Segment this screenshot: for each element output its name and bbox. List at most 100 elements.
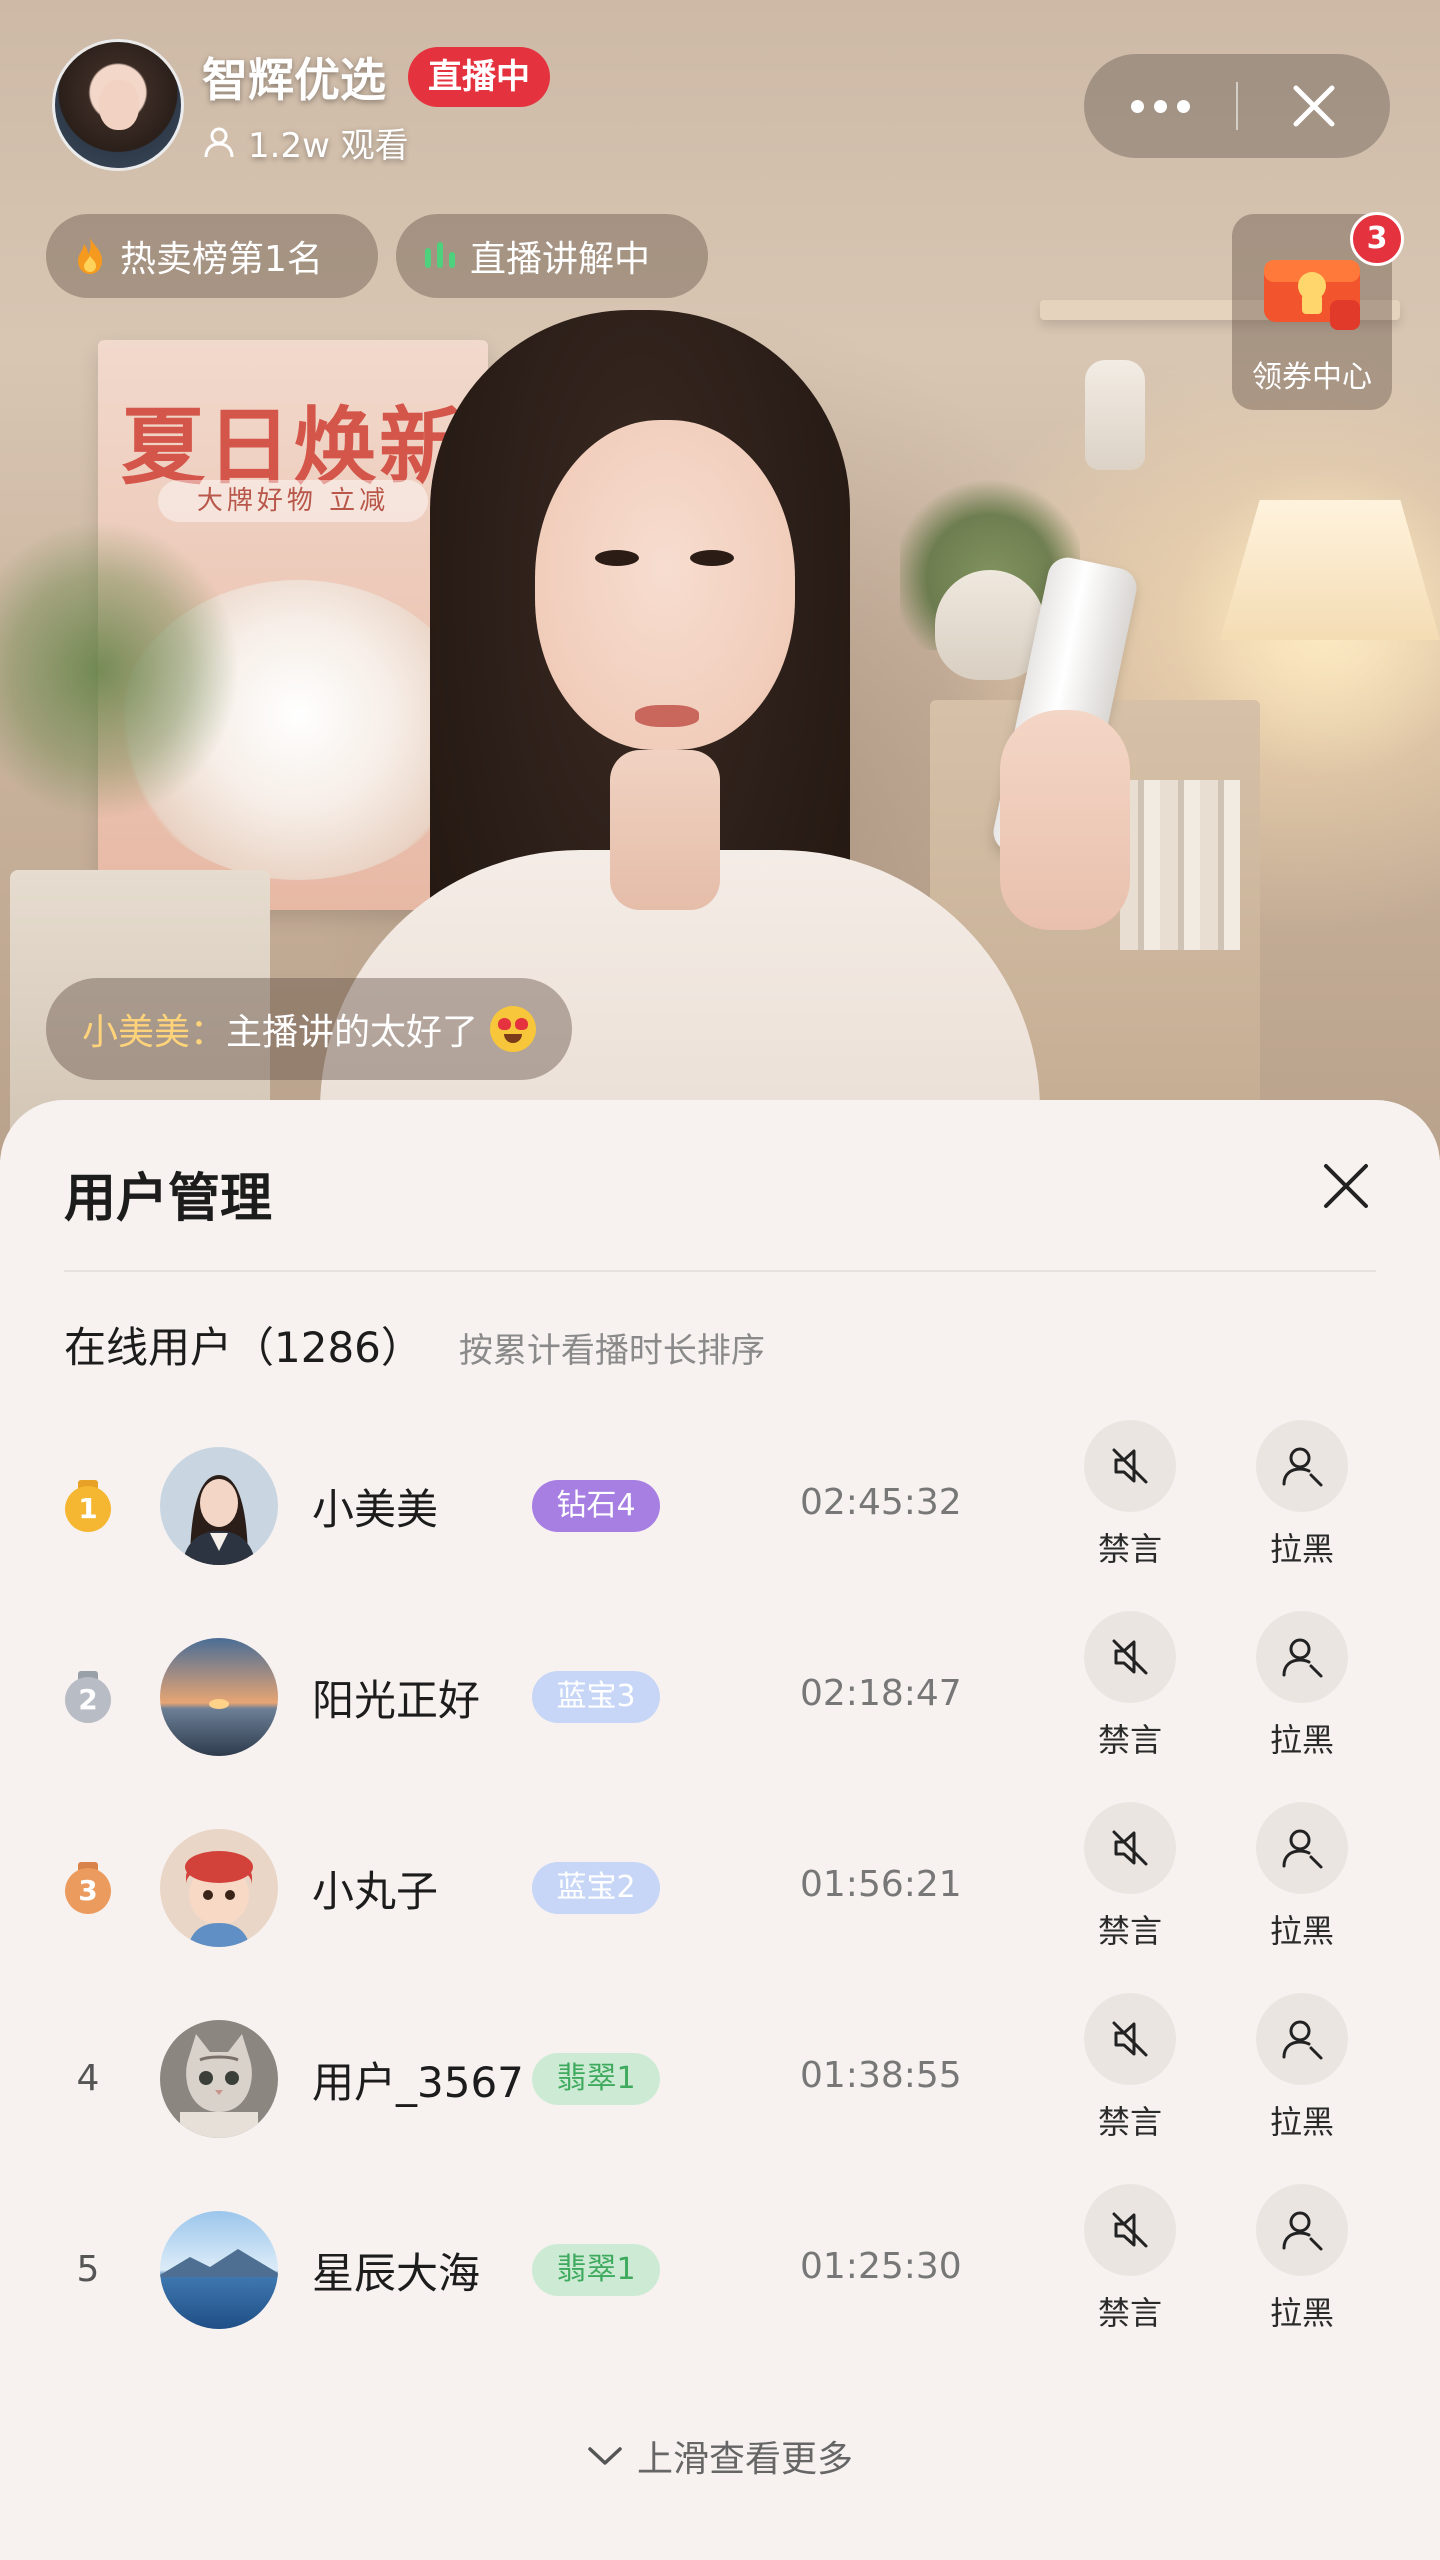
- block-button[interactable]: 拉黑: [1254, 1420, 1350, 1570]
- mute-label: 禁言: [1097, 1721, 1162, 1759]
- user-avatar[interactable]: [160, 2020, 278, 2138]
- block-user-icon: [1282, 1829, 1323, 1869]
- block-button[interactable]: 拉黑: [1254, 1993, 1350, 2143]
- block-label: 拉黑: [1269, 1721, 1334, 1759]
- watch-duration: 01:38:55: [800, 2055, 962, 2096]
- close-icon: [1293, 85, 1335, 127]
- more-button[interactable]: [1084, 54, 1236, 158]
- mute-icon: [1112, 1830, 1148, 1866]
- block-button[interactable]: 拉黑: [1254, 1611, 1350, 1761]
- close-live-button[interactable]: [1238, 54, 1390, 158]
- block-label: 拉黑: [1269, 1530, 1334, 1568]
- level-badge: 蓝宝2: [532, 1862, 660, 1914]
- user-name: 星辰大海: [312, 2249, 481, 2298]
- user-row: 2 阳光正好 蓝宝3 02:18:47 禁言 拉黑: [0, 1603, 1440, 1793]
- mute-icon: [1112, 2212, 1148, 2248]
- sound-bars-icon: [422, 238, 458, 274]
- level-badge: 蓝宝3: [532, 1671, 660, 1723]
- comment-bubble[interactable]: 小美美： 主播讲的太好了: [46, 978, 573, 1080]
- rank-bronze-medal-icon: 3: [62, 1861, 114, 1914]
- mute-icon: [1112, 2021, 1148, 2057]
- online-users-count: 在线用户（1286）: [64, 1323, 423, 1372]
- coupon-center-label: 领券中心: [1252, 360, 1372, 395]
- level-badge: 翡翠1: [532, 2244, 660, 2296]
- online-users-header: 在线用户（1286） 按累计看播时长排序: [64, 1314, 765, 1375]
- plant-left: [0, 520, 240, 820]
- host-hand: [1000, 710, 1130, 930]
- hot-rank-pill[interactable]: 热卖榜第1名: [46, 214, 378, 298]
- live-status-badge: 直播中: [408, 46, 550, 107]
- level-badge: 钻石4: [532, 1480, 660, 1532]
- viewer-count-row: 1.2w 观看: [202, 118, 550, 167]
- host-info-bar: 智辉优选 直播中 1.2w 观看: [52, 38, 550, 172]
- mute-label: 禁言: [1097, 1912, 1162, 1950]
- sheet-title: 用户管理: [64, 1169, 273, 1229]
- fire-icon: [72, 236, 108, 276]
- comment-username: 小美美：: [82, 1012, 227, 1053]
- sunset-sea-avatar: [160, 1638, 278, 1756]
- mute-label: 禁言: [1097, 1530, 1162, 1568]
- user-icon: [204, 127, 234, 158]
- viewer-count: 1.2w 观看: [248, 125, 409, 166]
- mute-icon: [1112, 1448, 1148, 1484]
- coupon-count-badge: 3: [1350, 212, 1404, 266]
- sheet-close-button[interactable]: [1316, 1156, 1376, 1216]
- sort-hint: 按累计看播时长排序: [458, 1331, 765, 1371]
- block-user-icon: [1282, 1447, 1323, 1487]
- block-user-icon: [1282, 2020, 1323, 2060]
- block-label: 拉黑: [1269, 1912, 1334, 1950]
- block-user-icon: [1282, 1638, 1323, 1678]
- rank-number: 4: [76, 2057, 100, 2099]
- woman-portrait-avatar: [160, 1447, 278, 1565]
- live-room-screen: 夏日焕新 大牌好物 立减 智辉优选 直播中 1.2w 观看 热卖榜第1名 直播讲…: [0, 0, 1440, 2560]
- rank-number: 5: [76, 2248, 100, 2290]
- user-name: 阳光正好: [312, 1676, 481, 1725]
- block-label: 拉黑: [1269, 2103, 1334, 2141]
- explaining-pill[interactable]: 直播讲解中: [396, 214, 708, 298]
- mute-button[interactable]: 禁言: [1082, 1420, 1178, 1570]
- see-more-label: 上滑查看更多: [636, 2439, 853, 2480]
- more-icon: [1130, 99, 1144, 113]
- mute-label: 禁言: [1097, 2103, 1162, 2141]
- see-more-hint[interactable]: 上滑查看更多: [0, 2430, 1440, 2482]
- host-avatar[interactable]: [52, 39, 184, 171]
- cat-avatar: [160, 2020, 278, 2138]
- block-user-icon: [1282, 2211, 1323, 2251]
- comment-text: 主播讲的太好了: [226, 1012, 479, 1053]
- block-label: 拉黑: [1269, 2294, 1334, 2332]
- divider: [64, 1270, 1376, 1272]
- mute-icon: [1112, 1639, 1148, 1675]
- watch-duration: 01:25:30: [800, 2246, 962, 2287]
- watch-duration: 02:18:47: [800, 1673, 962, 1714]
- host-name[interactable]: 智辉优选: [202, 44, 386, 110]
- user-avatar[interactable]: [160, 1829, 278, 1947]
- mute-button[interactable]: 禁言: [1082, 2184, 1178, 2334]
- user-avatar[interactable]: [160, 2211, 278, 2329]
- user-avatar[interactable]: [160, 1638, 278, 1756]
- block-button[interactable]: 拉黑: [1254, 2184, 1350, 2334]
- chevron-down-icon: [588, 2447, 622, 2465]
- cartoon-girl-avatar: [160, 1829, 278, 1947]
- user-avatar[interactable]: [160, 1447, 278, 1565]
- watch-duration: 01:56:21: [800, 1864, 962, 1905]
- close-icon: [1324, 1164, 1368, 1208]
- user-name: 小丸子: [312, 1867, 439, 1916]
- mute-button[interactable]: 禁言: [1082, 1993, 1178, 2143]
- block-button[interactable]: 拉黑: [1254, 1802, 1350, 1952]
- user-row: 5 星辰大海 翡翠1 01:25:30 禁言 拉黑: [0, 2176, 1440, 2366]
- rank-gold-medal-icon: 1: [62, 1479, 114, 1532]
- mute-button[interactable]: 禁言: [1082, 1611, 1178, 1761]
- user-row: 4 用户_3567 翡翠1 01:38:55 禁言 拉黑: [0, 1985, 1440, 2175]
- mute-button[interactable]: 禁言: [1082, 1802, 1178, 1952]
- hot-rank-label: 热卖榜第1名: [120, 239, 323, 280]
- user-row: 3 小丸子 蓝宝2 01:56:21 禁言 拉黑: [0, 1794, 1440, 1984]
- watch-duration: 02:45:32: [800, 1482, 962, 1523]
- rank-silver-medal-icon: 2: [62, 1670, 114, 1723]
- mountain-lake-avatar: [160, 2211, 278, 2329]
- coupon-gift-icon: [1264, 260, 1360, 330]
- level-badge: 翡翠1: [532, 2053, 660, 2105]
- top-right-controls: [1084, 54, 1390, 158]
- heart-eyes-emoji-icon: [490, 1006, 537, 1052]
- explaining-label: 直播讲解中: [470, 239, 651, 280]
- host-face: [535, 420, 795, 750]
